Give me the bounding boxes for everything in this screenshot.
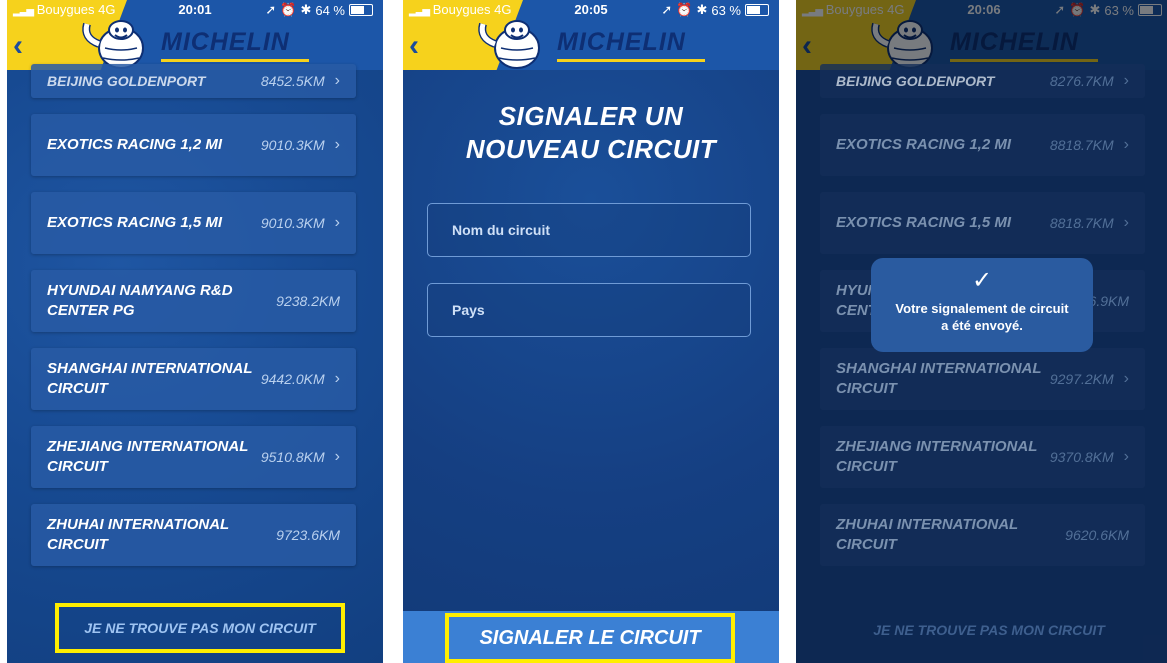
app-header: ▂▃▅ Bouygues 4G 20:05 ➚ ⏰ ✱ 63 % ‹ MICHELIN: [403, 0, 779, 70]
screen-circuit-list: ▂▃▅ Bouygues 4G 20:01 ➚ ⏰ ✱ 64 % ‹ MICHELIN…: [7, 0, 383, 663]
country-field[interactable]: [427, 283, 751, 337]
bibendum-icon: [82, 20, 144, 69]
submit-circuit-button[interactable]: SIGNALER LE CIRCUIT: [445, 613, 735, 663]
brand-name: MICHELIN: [161, 28, 290, 56]
bluetooth-icon: ✱: [696, 2, 708, 17]
chevron-right-icon: ›: [334, 448, 340, 465]
status-bar: ▂▃▅ Bouygues 4G 20:01 ➚ ⏰ ✱ 64 %: [7, 0, 383, 20]
status-bar: ▂▃▅ Bouygues 4G 20:05 ➚ ⏰ ✱ 63 %: [403, 0, 779, 20]
list-item[interactable]: ZHEJIANG INTERNATIONAL CIRCUIT 9510.8KM …: [31, 426, 356, 488]
battery-icon: [745, 4, 769, 16]
back-chevron-icon[interactable]: ‹: [13, 31, 23, 61]
michelin-logo: MICHELIN: [473, 18, 713, 69]
page-title: SIGNALER UN NOUVEAU CIRCUIT: [465, 101, 717, 164]
chevron-right-icon: ›: [334, 214, 340, 231]
battery-icon: [349, 4, 373, 16]
toast-message: Votre signalement de circuit: [895, 301, 1069, 316]
bibendum-icon: [478, 20, 540, 69]
location-icon: ➚: [661, 2, 673, 17]
list-item[interactable]: SHANGHAI INTERNATIONAL CIRCUIT 9442.0KM …: [31, 348, 356, 410]
screen-circuit-list-confirmation: ▂▃▅ Bouygues 4G 20:06 ➚ ⏰ ✱ 63 % ‹ MICHELIN…: [796, 0, 1167, 663]
country-input[interactable]: [450, 301, 750, 319]
list-item[interactable]: BEIJING GOLDENPORT 8452.5KM ›: [31, 64, 356, 98]
circuit-name-field[interactable]: [427, 203, 751, 257]
not-found-circuit-button[interactable]: JE NE TROUVE PAS MON CIRCUIT: [55, 603, 345, 653]
list-item[interactable]: EXOTICS RACING 1,5 MI 9010.3KM ›: [31, 192, 356, 254]
alarm-icon: ⏰: [676, 2, 693, 17]
bluetooth-icon: ✱: [300, 2, 312, 17]
list-item[interactable]: ZHUHAI INTERNATIONAL CIRCUIT 9723.6KM: [31, 504, 356, 566]
list-item[interactable]: EXOTICS RACING 1,2 MI 9010.3KM ›: [31, 114, 356, 176]
brand-name: MICHELIN: [557, 28, 686, 56]
chevron-right-icon: ›: [334, 72, 340, 89]
confirmation-toast: ✓ Votre signalement de circuit a été env…: [871, 258, 1093, 352]
list-item[interactable]: HYUNDAI NAMYANG R&D CENTER PG 9238.2KM: [31, 270, 356, 332]
chevron-right-icon: ›: [334, 136, 340, 153]
not-found-circuit-button[interactable]: JE NE TROUVE PAS MON CIRCUIT: [844, 612, 1134, 648]
location-icon: ➚: [265, 2, 277, 17]
back-chevron-icon[interactable]: ‹: [409, 31, 419, 61]
screen-report-circuit: ▂▃▅ Bouygues 4G 20:05 ➚ ⏰ ✱ 63 % ‹ MICHELIN…: [403, 0, 779, 663]
circuit-list: BEIJING GOLDENPORT 8452.5KM › EXOTICS RA…: [31, 64, 356, 582]
app-header: ▂▃▅ Bouygues 4G 20:01 ➚ ⏰ ✱ 64 % ‹ MICHELIN: [7, 0, 383, 70]
chevron-right-icon: ›: [334, 370, 340, 387]
circuit-name-input[interactable]: [450, 221, 750, 239]
alarm-icon: ⏰: [280, 2, 297, 17]
michelin-logo: MICHELIN: [77, 18, 317, 69]
checkmark-icon: ✓: [971, 267, 993, 294]
